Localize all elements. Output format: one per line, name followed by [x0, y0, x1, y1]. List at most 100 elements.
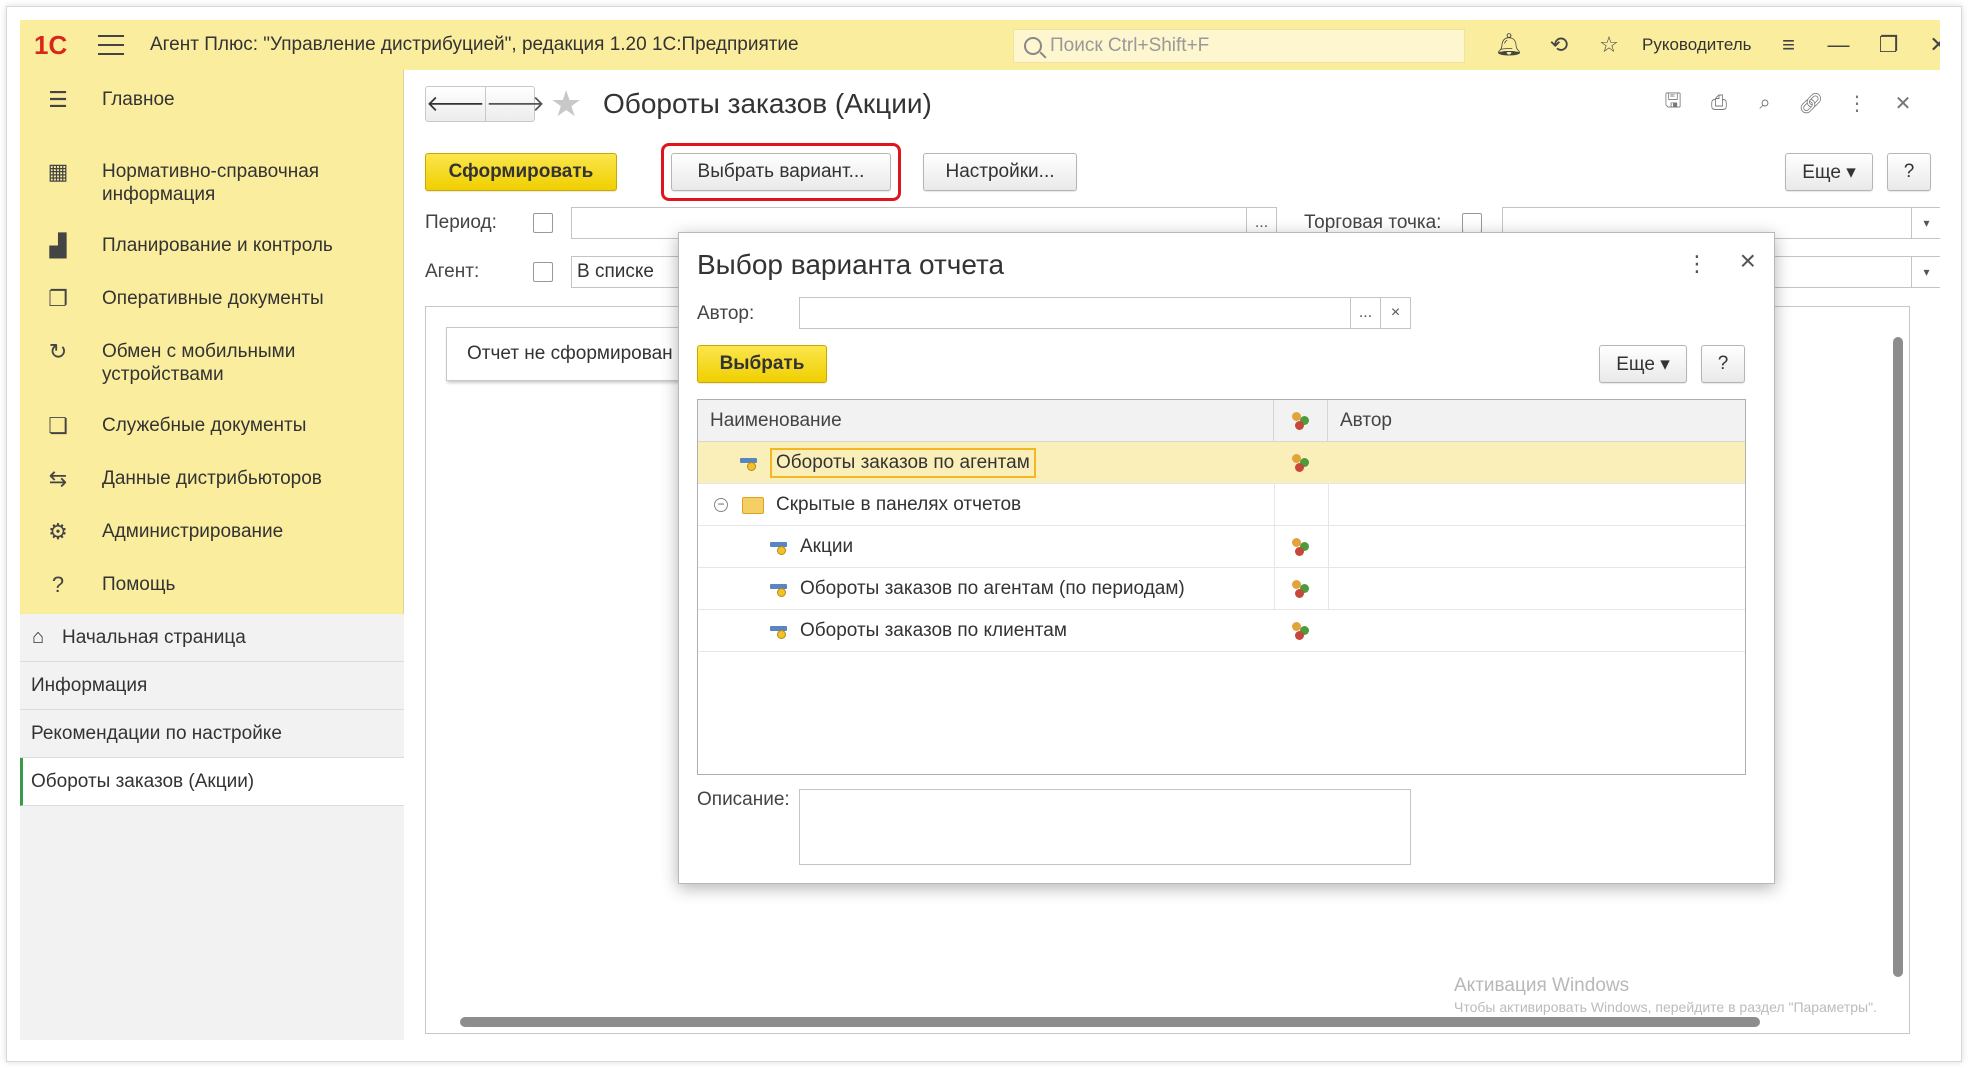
- generate-button[interactable]: Сформировать: [425, 153, 617, 191]
- agent-condition-field[interactable]: В списке: [571, 256, 691, 288]
- save-icon[interactable]: 🖫: [1650, 86, 1696, 120]
- close-icon[interactable]: ×: [1740, 245, 1756, 277]
- author-field[interactable]: [799, 297, 1351, 329]
- folder-icon: [742, 496, 764, 514]
- period-checkbox[interactable]: [533, 213, 553, 233]
- choose-variant-button[interactable]: Выбрать вариант...: [671, 153, 891, 191]
- collapse-icon[interactable]: −: [714, 498, 728, 512]
- users-icon: [1290, 453, 1312, 473]
- dialog-more-button[interactable]: Еще ▾: [1599, 345, 1687, 383]
- column-name-header[interactable]: Наименование: [698, 400, 1274, 442]
- sidebar-item-label: Обмен с мобильными устройствами: [102, 341, 296, 385]
- sidebar-item-administration[interactable]: ⚙ Администрирование: [20, 520, 404, 544]
- 1c-logo: 1С: [34, 30, 68, 60]
- restore-icon[interactable]: ❐: [1864, 20, 1914, 70]
- column-author-header[interactable]: Автор: [1328, 400, 1747, 442]
- print-icon[interactable]: ⎙: [1696, 86, 1742, 120]
- users-icon: [1290, 579, 1312, 599]
- app-title: Агент Плюс: "Управление дистрибуцией", р…: [150, 34, 799, 55]
- sidebar-item-operational-docs[interactable]: ❐ Оперативные документы: [20, 287, 404, 311]
- main-menu-icon[interactable]: [98, 35, 124, 55]
- sidebar-item-mobile-exchange[interactable]: ↻ Обмен с мобильными устройствами: [20, 340, 404, 386]
- sidebar-item-label: Служебные документы: [102, 415, 307, 436]
- open-window-orders-turnover[interactable]: Обороты заказов (Акции): [20, 758, 404, 806]
- sidebar-item-planning[interactable]: ▟ Планирование и контроль: [20, 234, 404, 258]
- current-user[interactable]: Руководитель: [1642, 35, 1752, 55]
- sidebar-item-label: Планирование и контроль: [102, 235, 333, 256]
- outlet-dropdown-icon[interactable]: ▾: [1912, 207, 1940, 239]
- agent-dropdown-icon[interactable]: ▾: [1912, 256, 1940, 288]
- sidebar-item-label: Данные дистрибьюторов: [102, 468, 322, 489]
- dialog-help-button[interactable]: ?: [1701, 345, 1745, 383]
- open-window-label: Обороты заказов (Акции): [31, 770, 255, 792]
- sidebar-item-distributor-data[interactable]: ⇆ Данные дистрибьюторов: [20, 467, 404, 491]
- select-button[interactable]: Выбрать: [697, 345, 827, 383]
- sidebar-item-help[interactable]: ? Помощь: [20, 573, 404, 597]
- table-row[interactable]: − Скрытые в панелях отчетов: [698, 484, 1745, 526]
- report-variant-icon: [770, 539, 788, 555]
- sync-icon: ↻: [48, 339, 68, 364]
- menu-lines-icon: ☰: [48, 87, 68, 112]
- preview-icon[interactable]: ⌕: [1742, 86, 1788, 120]
- outlet-checkbox[interactable]: [1462, 213, 1482, 233]
- author-select-button[interactable]: ...: [1351, 297, 1381, 329]
- description-field[interactable]: [799, 789, 1411, 865]
- minimize-icon[interactable]: —: [1814, 20, 1864, 70]
- search-icon: [1024, 37, 1042, 55]
- horizontal-scrollbar[interactable]: [460, 1017, 1760, 1027]
- table-row[interactable]: Обороты заказов по клиентам: [698, 610, 1745, 652]
- sidebar-item-label: Нормативно-справочная информация: [102, 161, 320, 205]
- global-search-input[interactable]: Поиск Ctrl+Shift+F: [1013, 29, 1465, 63]
- settings-button[interactable]: Настройки...: [923, 153, 1077, 191]
- period-label: Период:: [425, 212, 497, 233]
- variant-name: Обороты заказов по агентам (по периодам): [800, 578, 1185, 599]
- outlet-label: Торговая точка:: [1304, 212, 1442, 233]
- documents-icon: ❐: [48, 286, 68, 311]
- service-docs-icon: ❏: [48, 413, 68, 438]
- close-form-icon[interactable]: ✕: [1880, 86, 1926, 120]
- vertical-scrollbar[interactable]: [1893, 337, 1903, 977]
- table-row[interactable]: Обороты заказов по агентам: [698, 442, 1745, 484]
- back-arrow-icon[interactable]: 🡐: [426, 87, 486, 121]
- settings-lines-icon[interactable]: ≡: [1764, 20, 1814, 70]
- grid-icon: ▦: [47, 159, 69, 184]
- table-row[interactable]: Обороты заказов по агентам (по периодам): [698, 568, 1745, 610]
- open-window-recommendations[interactable]: Рекомендации по настройке: [20, 710, 404, 758]
- favorite-star-icon[interactable]: ★: [550, 84, 582, 124]
- table-row[interactable]: Акции: [698, 526, 1745, 568]
- column-author-icon-header[interactable]: [1274, 400, 1328, 442]
- history-icon[interactable]: ⟲: [1534, 20, 1584, 70]
- bell-icon[interactable]: 🔔︎: [1484, 20, 1534, 70]
- author-clear-button[interactable]: ×: [1381, 297, 1411, 329]
- open-window-home[interactable]: ⌂ Начальная страница: [20, 614, 404, 662]
- open-window-label: Рекомендации по настройке: [31, 722, 282, 744]
- sidebar-item-main[interactable]: ☰ Главное: [20, 88, 404, 112]
- sidebar-item-label: Помощь: [102, 574, 176, 595]
- home-icon: ⌂: [32, 626, 45, 648]
- star-icon[interactable]: ☆: [1584, 20, 1634, 70]
- close-icon[interactable]: ✕: [1914, 20, 1940, 70]
- variants-table: Наименование Автор Обороты заказов по аг…: [697, 399, 1746, 775]
- more-vertical-icon[interactable]: ⋮: [1686, 251, 1708, 277]
- more-button[interactable]: Еще ▾: [1785, 153, 1873, 191]
- help-button[interactable]: ?: [1887, 153, 1931, 191]
- open-windows-panel: ⌂ Начальная страница Информация Рекоменд…: [20, 614, 404, 1040]
- agent-checkbox[interactable]: [533, 262, 553, 282]
- open-window-information[interactable]: Информация: [20, 662, 404, 710]
- gear-icon: ⚙: [48, 519, 68, 544]
- report-variant-icon: [770, 623, 788, 639]
- description-label: Описание:: [697, 789, 790, 810]
- sidebar-item-service-docs[interactable]: ❏ Служебные документы: [20, 414, 404, 438]
- forward-arrow-icon[interactable]: 🡒: [486, 87, 545, 121]
- agent-label: Агент:: [425, 261, 480, 282]
- exchange-icon: ⇆: [48, 466, 68, 491]
- more-vertical-icon[interactable]: ⋮: [1834, 86, 1880, 120]
- question-icon: ?: [51, 572, 65, 597]
- windows-activation-text: Чтобы активировать Windows, перейдите в …: [1454, 999, 1877, 1015]
- table-header: Наименование Автор: [698, 400, 1745, 442]
- dialog-title: Выбор варианта отчета: [697, 249, 1005, 280]
- link-icon[interactable]: 🔗︎: [1788, 86, 1834, 120]
- sidebar-item-reference[interactable]: ▦ Нормативно-справочная информация: [20, 160, 404, 206]
- history-nav: 🡐 🡒: [425, 86, 545, 122]
- sidebar-item-label: Администрирование: [102, 521, 284, 542]
